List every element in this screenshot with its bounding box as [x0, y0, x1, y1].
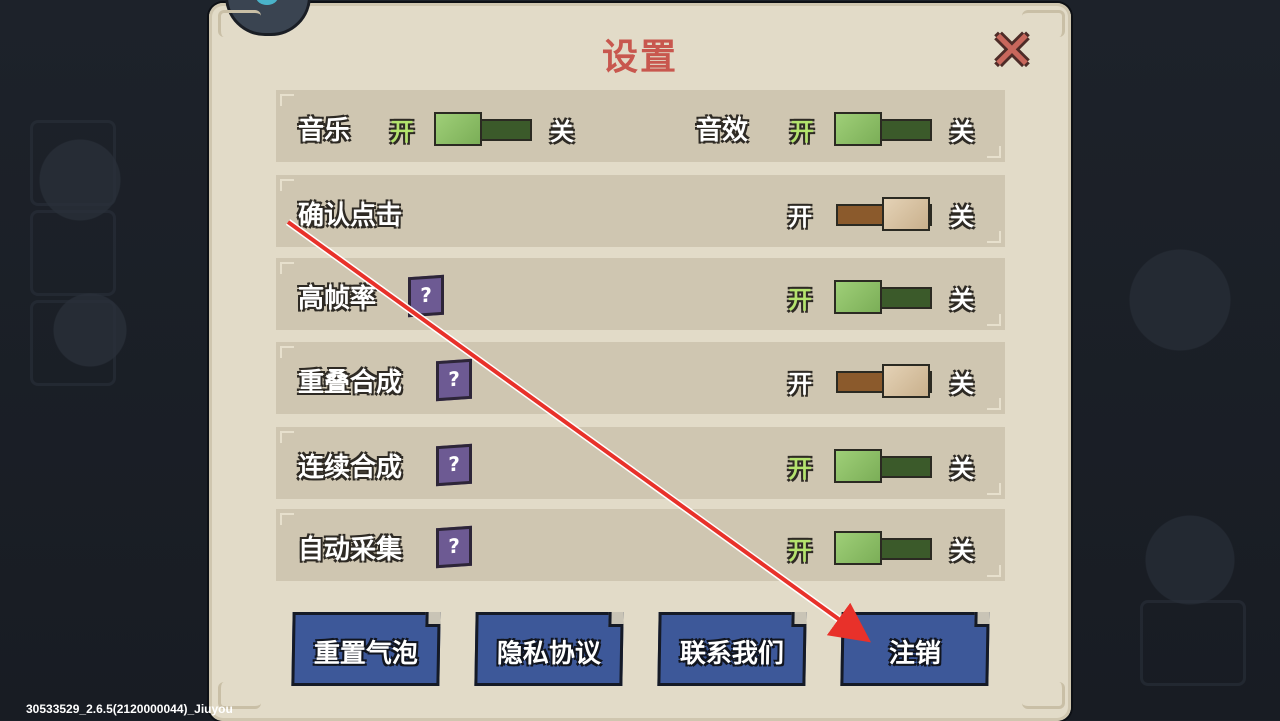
background-tile	[30, 120, 116, 206]
stack-merge-off-label: 关	[950, 370, 974, 398]
high-fps-label: 高帧率	[298, 284, 377, 314]
music-on-label: 开	[390, 118, 414, 146]
music-label: 音乐	[298, 116, 351, 146]
dialog-title: 设置	[601, 37, 678, 78]
auto-collect-label: 自动采集	[298, 535, 403, 565]
privacy-policy-button[interactable]: 隐私协议	[474, 612, 624, 686]
settings-row-continuous-merge: 连续合成 ? 开 关	[276, 427, 1005, 499]
stack-merge-label: 重叠合成	[298, 368, 403, 398]
settings-row-confirm-click: 确认点击 开 关	[276, 175, 1005, 247]
toggle-knob	[834, 449, 882, 483]
background-tile	[30, 300, 116, 386]
close-icon[interactable]: ✕	[986, 24, 1038, 78]
auto-collect-off-label: 关	[950, 537, 974, 565]
auto-collect-toggle[interactable]	[834, 531, 932, 565]
ornament-corner	[218, 10, 261, 37]
continuous-merge-toggle[interactable]	[834, 449, 932, 483]
high-fps-off-label: 关	[950, 286, 974, 314]
help-icon[interactable]: ?	[436, 358, 472, 402]
toggle-knob	[834, 112, 882, 146]
settings-row-high-fps: 高帧率 ? 开 关	[276, 258, 1005, 330]
ornament-corner	[1022, 682, 1065, 709]
toggle-knob	[434, 112, 482, 146]
settings-row-stack-merge: 重叠合成 ? 开 关	[276, 342, 1005, 414]
help-icon[interactable]: ?	[408, 274, 444, 318]
sfx-off-label: 关	[950, 118, 974, 146]
reset-bubble-button[interactable]: 重置气泡	[291, 612, 441, 686]
music-toggle[interactable]	[434, 112, 532, 146]
high-fps-toggle[interactable]	[834, 280, 932, 314]
sfx-toggle[interactable]	[834, 112, 932, 146]
music-off-label: 关	[550, 118, 574, 146]
help-icon[interactable]: ?	[436, 443, 472, 487]
stack-merge-toggle[interactable]	[834, 364, 932, 398]
toggle-knob	[834, 280, 882, 314]
continuous-merge-on-label: 开	[788, 455, 812, 483]
toggle-knob	[834, 531, 882, 565]
sfx-on-label: 开	[790, 118, 814, 146]
confirm-click-on-label: 开	[788, 203, 812, 231]
confirm-click-label: 确认点击	[298, 201, 403, 231]
settings-row-audio: 音乐 开 关 音效 开 关	[276, 90, 1005, 162]
auto-collect-on-label: 开	[788, 537, 812, 565]
continuous-merge-off-label: 关	[950, 455, 974, 483]
settings-row-auto-collect: 自动采集 ? 开 关	[276, 509, 1005, 581]
background-tile	[1140, 600, 1246, 686]
high-fps-on-label: 开	[788, 286, 812, 314]
sfx-label: 音效	[696, 116, 749, 146]
stack-merge-on-label: 开	[788, 370, 812, 398]
toggle-knob	[882, 197, 930, 231]
toggle-knob	[882, 364, 930, 398]
continuous-merge-label: 连续合成	[298, 453, 403, 483]
help-icon[interactable]: ?	[436, 525, 472, 569]
version-label: 30533529_2.6.5(2120000044)_Jiuyou	[26, 702, 233, 716]
background-tile	[30, 210, 116, 296]
confirm-click-off-label: 关	[950, 203, 974, 231]
logout-button[interactable]: 注销	[840, 612, 990, 686]
confirm-click-toggle[interactable]	[834, 197, 932, 231]
contact-us-button[interactable]: 联系我们	[657, 612, 807, 686]
